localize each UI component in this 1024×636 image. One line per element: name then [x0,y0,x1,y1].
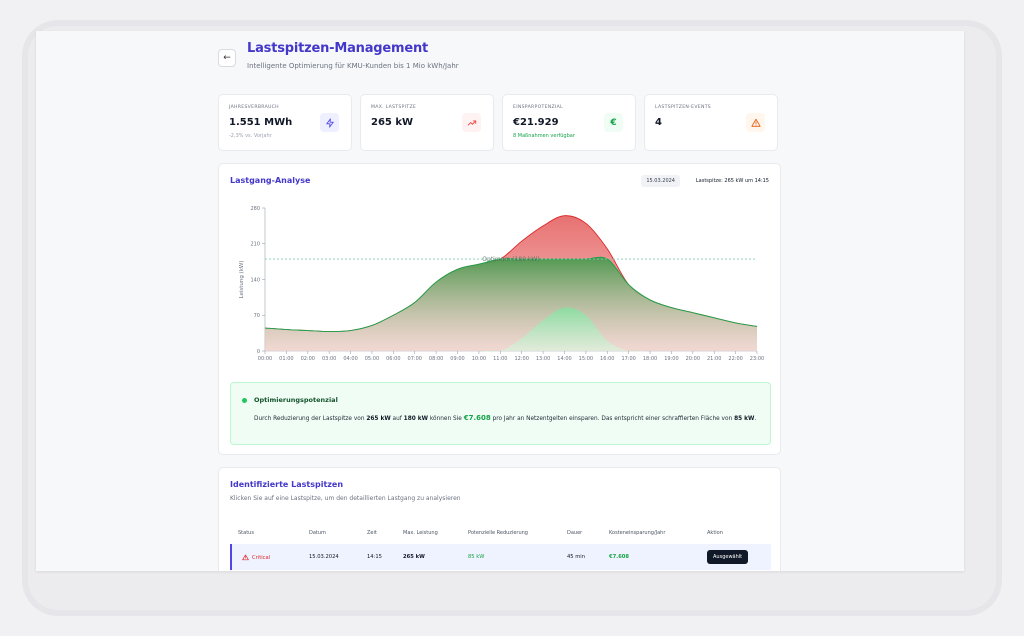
app-window: ← Lastspitzen-Management Intelligente Op… [36,31,964,571]
card-title: Identifizierte Lastspitzen [230,480,344,489]
lastspitzen-table-card: Identifizierte Lastspitzen Klicken Sie a… [218,467,781,571]
kpi-card-max-lastspitze: MAX. LASTSPITZE 265 kW [360,94,494,151]
x-tick-label: 21:00 [707,356,721,362]
card-subtitle: Klicken Sie auf eine Lastspitze, um den … [230,495,461,502]
euro-icon: € [604,113,623,132]
text-part: . [754,416,757,422]
kpi-sub: -2,3% vs. Vorjahr [229,133,272,139]
x-tick-label: 22:00 [728,356,742,362]
page-title: Lastspitzen-Management [247,41,429,56]
kpi-label: LASTSPITZEN-EVENTS [655,105,712,110]
text-part: pro Jahr an Netzentgelten einsparen. Das… [490,416,735,422]
column-header: Aktion [707,530,723,536]
reduction-cell: 85 kW [468,554,485,560]
x-tick-label: 07:00 [408,356,422,362]
x-tick-label: 00:00 [258,356,272,362]
y-tick-label: 280 [250,206,260,212]
y-tick-label: 70 [254,313,260,319]
arrow-left-icon: ← [223,53,231,63]
warning-icon [746,113,765,132]
date-badge: 15.03.2024 [641,175,680,187]
kpi-value: 265 kW [371,117,414,128]
y-tick-label: 0 [257,349,260,355]
status-badge: Critical [242,554,270,561]
kpi-value: 4 [655,117,662,128]
selected-button[interactable]: Ausgewählt [707,550,749,564]
load-profile-chart: 0 70 140 210 280 00:00 01:00 02:00 03:00 04:00 05:… [239,206,764,362]
x-tick-label: 03:00 [322,356,336,362]
column-header: Potenzielle Reduzierung [468,530,528,536]
x-tick-label: 10:00 [472,356,486,362]
x-tick-label: 04:00 [343,356,357,362]
column-header: Status [238,530,254,536]
column-header: Kosteneinsparung/Jahr [609,530,666,536]
kpi-label: JAHRESVERBRAUCH [229,105,279,110]
date-cell: 15.03.2024 [309,554,339,560]
column-header: Datum [309,530,326,536]
x-tick-label: 13:00 [536,356,550,362]
x-tick-label: 05:00 [365,356,379,362]
x-tick-label: 16:00 [600,356,614,362]
column-header: Zeit [367,530,377,536]
optimization-title: Optimierungspotenzial [254,396,338,404]
status-label: Critical [252,554,271,561]
kpi-card-jahresverbrauch: JAHRESVERBRAUCH 1.551 MWh -2,3% vs. Vorj… [218,94,352,151]
peak-info: Lastspitze: 265 kW um 14:15 [695,178,769,184]
column-header: Max. Leistung [403,530,438,536]
x-tick-label: 06:00 [386,356,400,362]
savings-cell: €7.608 [609,554,630,560]
x-tick-label: 01:00 [279,356,293,362]
peak-value: 265 kW [366,416,391,422]
y-tick-label: 210 [250,242,260,248]
status-dot [242,398,247,403]
max-power-cell: 265 kW [403,554,425,560]
kpi-sub: 8 Maßnahmen verfügbar [513,133,575,139]
column-header: Dauer [567,530,583,536]
text-part: können Sie [428,416,464,422]
x-tick-label: 17:00 [621,356,635,362]
optimization-box: Optimierungspotenzial Durch Reduzierung … [230,382,771,445]
back-button[interactable]: ← [218,49,236,67]
y-axis-label: Leistung (kW) [239,260,245,298]
threshold-label: Optimum (180 kW) [482,256,539,263]
x-tick-label: 15:00 [579,356,593,362]
optimized-area [265,257,757,351]
kpi-value: 1.551 MWh [229,117,293,128]
y-tick-label: 140 [250,277,260,283]
x-tick-label: 20:00 [686,356,700,362]
x-tick-label: 12:00 [514,356,528,362]
x-tick-label: 11:00 [493,356,507,362]
x-tick-label: 08:00 [429,356,443,362]
kpi-label: MAX. LASTSPITZE [371,105,417,110]
kpi-card-lastspitzen-events: LASTSPITZEN-EVENTS 4 [644,94,778,151]
x-tick-label: 14:00 [557,356,571,362]
page-subtitle: Intelligente Optimierung für KMU-Kunden … [247,62,459,70]
x-tick-label: 19:00 [664,356,678,362]
trend-up-icon [462,113,481,132]
card-title: Lastgang-Analyse [230,176,311,185]
optimization-text: Durch Reduzierung der Lastspitze von 265… [254,413,759,425]
kpi-card-einsparpotenzial: EINSPARPOTENZIAL €21.929 8 Maßnahmen ver… [502,94,636,151]
text-part: auf [390,416,404,422]
warning-icon [242,554,249,561]
target-value: 180 kW [403,416,429,422]
text-part: Durch Reduzierung der Lastspitze von [254,416,367,422]
x-tick-label: 02:00 [301,356,315,362]
area-value: 85 kW [734,416,755,422]
x-tick-label: 23:00 [750,356,764,362]
kpi-label: EINSPARPOTENZIAL [513,105,563,110]
x-tick-label: 09:00 [450,356,464,362]
table-row[interactable]: Critical 15.03.2024 14:15 265 kW 85 kW 4… [230,544,771,570]
duration-cell: 45 min [567,554,586,560]
time-cell: 14:15 [367,554,382,560]
lightning-icon [320,113,339,132]
kpi-value: €21.929 [513,117,559,128]
x-tick-label: 18:00 [643,356,657,362]
lastgang-analyse-card: Lastgang-Analyse 15.03.2024 Lastspitze: … [218,163,781,455]
savings-value: €7.608 [463,414,491,422]
